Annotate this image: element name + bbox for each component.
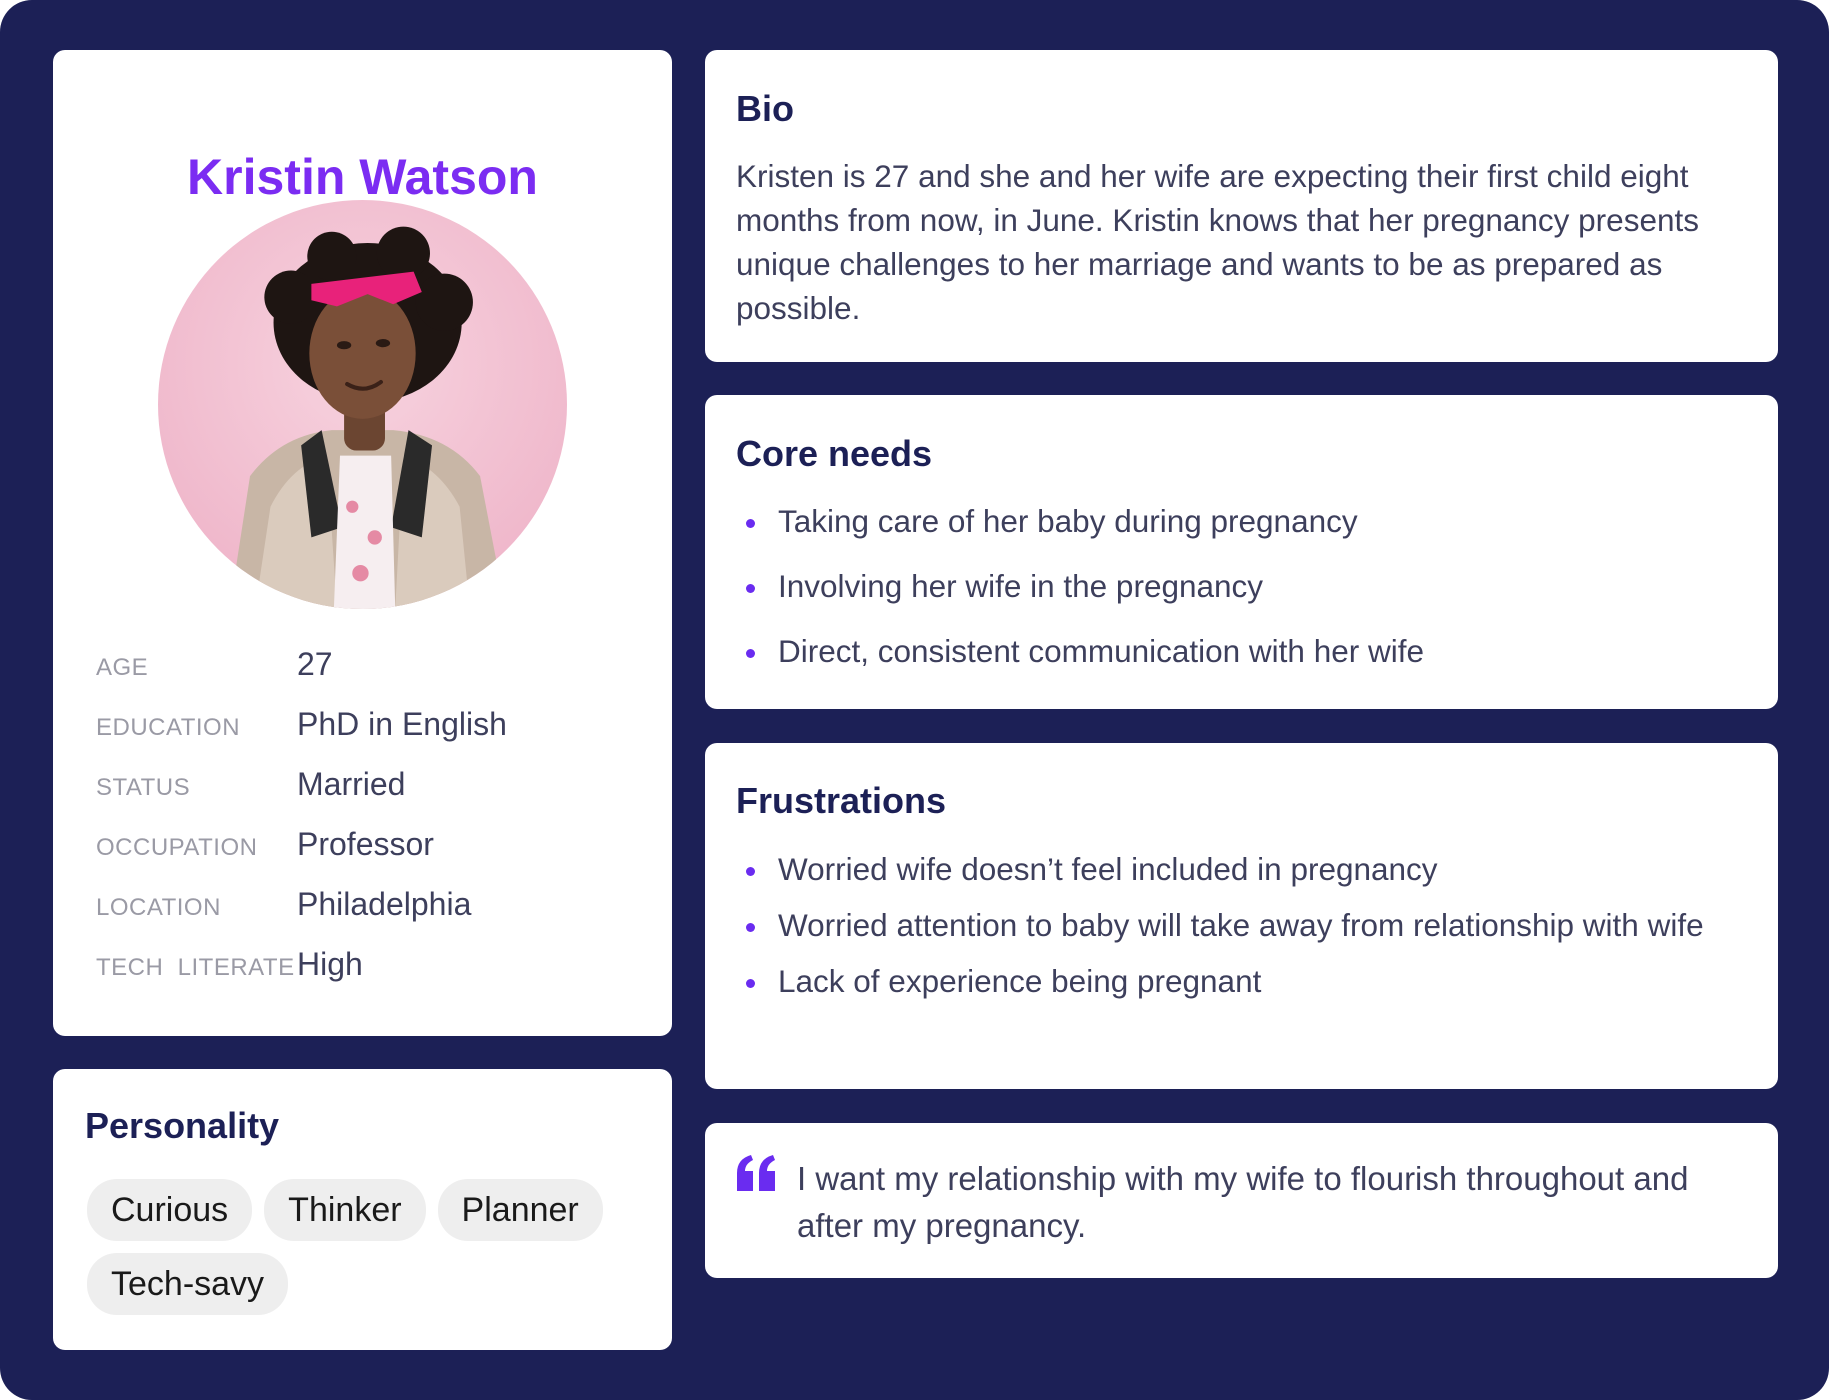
list-item-text: Involving her wife in the pregnancy (778, 568, 1264, 604)
fact-value: Philadelphia (297, 886, 472, 922)
list-item: Involving her wife in the pregnancy (736, 564, 1746, 608)
fact-row-location: LOCATION Philadelphia (96, 880, 656, 940)
list-item-text: Lack of experience being pregnant (778, 963, 1262, 999)
trait-chip: Tech-savy (87, 1253, 289, 1315)
fact-row-status: STATUS Married (96, 760, 656, 820)
fact-value: Married (297, 766, 406, 802)
personality-title: Personality (85, 1105, 280, 1146)
fact-row-tech-literate: TECH LITERATE High (96, 940, 656, 1000)
bullet-icon (746, 519, 755, 528)
list-item: Worried attention to baby will take away… (736, 903, 1746, 947)
bio-text: Kristen is 27 and she and her wife are e… (736, 158, 1699, 326)
fact-label: TECH LITERATE (96, 954, 295, 981)
core-needs-card: Core needs Taking care of her baby durin… (705, 395, 1778, 709)
trait-chip: Thinker (264, 1179, 426, 1241)
bio-title: Bio (736, 88, 794, 129)
personality-card: Personality Curious Thinker Planner Tech… (53, 1069, 672, 1350)
trait-chip: Planner (437, 1179, 603, 1241)
fact-label: STATUS (96, 774, 191, 801)
quote-icon (737, 1155, 775, 1191)
list-item: Lack of experience being pregnant (736, 959, 1746, 1003)
bullet-icon (746, 979, 755, 988)
frustrations-list: Worried wife doesn’t feel included in pr… (736, 847, 1746, 1015)
fact-row-occupation: OCCUPATION Professor (96, 820, 656, 880)
portrait-photo-icon (158, 200, 567, 609)
core-needs-list: Taking care of her baby during pregnancy… (736, 499, 1746, 694)
core-needs-title: Core needs (736, 433, 933, 474)
bullet-icon (746, 923, 755, 932)
fact-label: OCCUPATION (96, 834, 258, 861)
avatar (158, 200, 567, 609)
bullet-icon (746, 867, 755, 876)
frustrations-card: Frustrations Worried wife doesn’t feel i… (705, 743, 1778, 1089)
fact-value: PhD in English (297, 706, 507, 742)
bullet-icon (746, 584, 755, 593)
list-item: Direct, consistent communication with he… (736, 629, 1746, 673)
fact-label: EDUCATION (96, 714, 241, 741)
fact-row-education: EDUCATION PhD in English (96, 700, 656, 760)
quote-text: I want my relationship with my wife to f… (797, 1160, 1689, 1244)
list-item-text: Worried attention to baby will take away… (778, 907, 1704, 943)
fact-row-age: AGE 27 (96, 640, 656, 700)
list-item: Taking care of her baby during pregnancy (736, 499, 1746, 543)
frustrations-title: Frustrations (736, 780, 947, 821)
persona-board: Kristin Watson AGE 27 EDUCATION PhD in E… (0, 0, 1829, 1400)
list-item-text: Direct, consistent communication with he… (778, 633, 1424, 669)
fact-value: High (297, 946, 363, 982)
quote-card: I want my relationship with my wife to f… (705, 1123, 1778, 1278)
fact-value: Professor (297, 826, 434, 862)
fact-label: LOCATION (96, 894, 221, 921)
list-item: Worried wife doesn’t feel included in pr… (736, 847, 1746, 891)
trait-chip: Curious (87, 1179, 253, 1241)
persona-name: Kristin Watson (187, 149, 538, 205)
bullet-icon (746, 649, 755, 658)
fact-label: AGE (96, 654, 149, 681)
profile-facts: AGE 27 EDUCATION PhD in English STATUS M… (96, 640, 656, 1000)
trait-chips: Curious Thinker Planner Tech-savy (87, 1179, 647, 1315)
fact-value: 27 (297, 646, 333, 682)
profile-card: Kristin Watson AGE 27 EDUCATION PhD in E… (53, 50, 672, 1036)
bio-card: Bio Kristen is 27 and she and her wife a… (705, 50, 1778, 362)
list-item-text: Taking care of her baby during pregnancy (778, 503, 1358, 539)
list-item-text: Worried wife doesn’t feel included in pr… (778, 851, 1438, 887)
